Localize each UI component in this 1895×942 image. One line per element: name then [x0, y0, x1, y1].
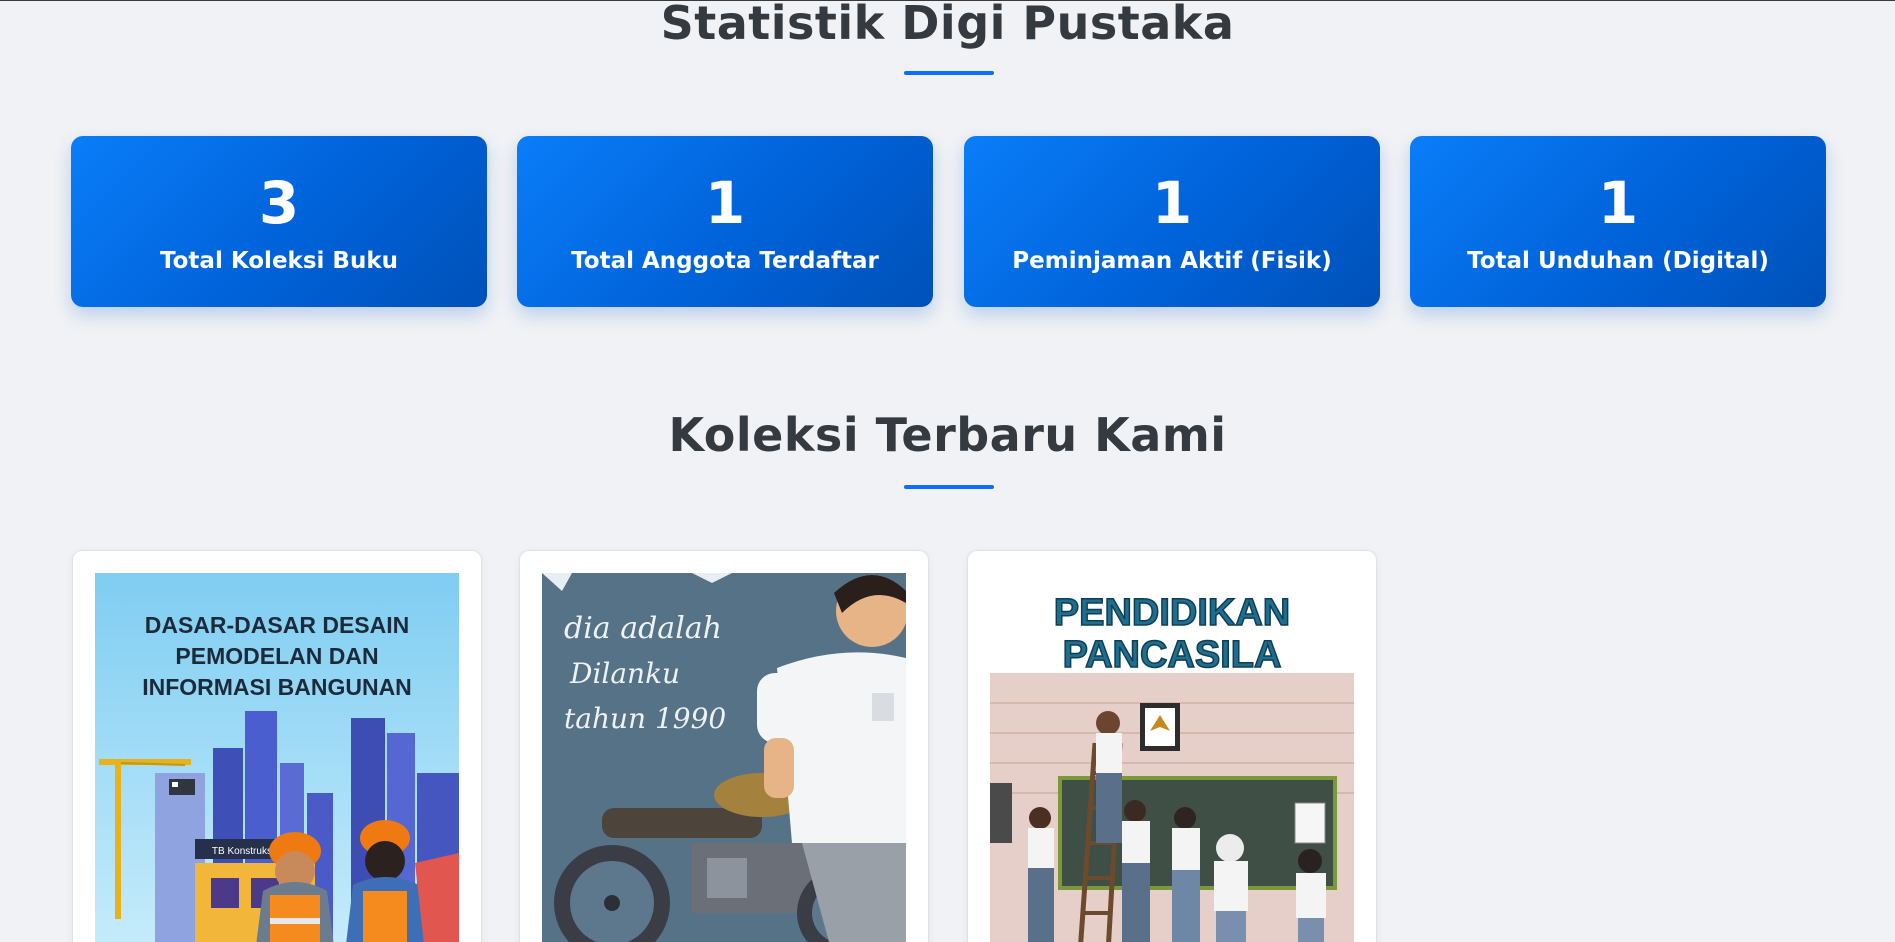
stat-card-total-downloads: 1 Total Unduhan (Digital)	[1410, 136, 1826, 307]
cover-title-line: DASAR-DASAR DESAIN	[145, 612, 410, 638]
cover-script-line: tahun 1990	[564, 702, 726, 735]
book-card[interactable]: PENDIDIKAN PANCASILA	[967, 550, 1377, 942]
book-card[interactable]: dia adalah Dilanku tahun 1990	[519, 550, 929, 942]
stat-value: 1	[1151, 169, 1193, 237]
collection-title-underline	[904, 485, 994, 489]
book-cover[interactable]: dia adalah Dilanku tahun 1990	[542, 573, 906, 942]
stat-value: 1	[1597, 169, 1639, 237]
cover-title-line: INFORMASI BANGUNAN	[142, 674, 412, 700]
cover-title-line: PEMODELAN DAN	[175, 643, 378, 669]
stat-value: 1	[704, 169, 746, 237]
stat-label: Total Unduhan (Digital)	[1467, 248, 1769, 274]
page: Statistik Digi Pustaka 3 Total Koleksi B…	[0, 0, 1895, 942]
stat-label: Total Anggota Terdaftar	[571, 248, 879, 274]
book-card[interactable]: DASAR-DASAR DESAIN PEMODELAN DAN INFORMA…	[72, 550, 482, 942]
cover-script-line: dia adalah	[564, 611, 722, 646]
cover-title-line: PENDIDIKAN	[1054, 592, 1290, 634]
stat-card-active-loans: 1 Peminjaman Aktif (Fisik)	[964, 136, 1380, 307]
statistics-title: Statistik Digi Pustaka	[660, 0, 1235, 50]
cover-title-line: PANCASILA	[1063, 634, 1282, 676]
statistics-title-underline	[904, 71, 994, 75]
cover-script-line: Dilanku	[569, 657, 680, 690]
stat-label: Peminjaman Aktif (Fisik)	[1012, 248, 1332, 274]
stat-value: 3	[258, 169, 300, 237]
book-cover[interactable]: DASAR-DASAR DESAIN PEMODELAN DAN INFORMA…	[95, 573, 459, 942]
stat-card-total-books: 3 Total Koleksi Buku	[71, 136, 487, 307]
stat-card-total-members: 1 Total Anggota Terdaftar	[517, 136, 933, 307]
book-cover[interactable]: PENDIDIKAN PANCASILA	[990, 573, 1354, 942]
stat-label: Total Koleksi Buku	[160, 248, 398, 274]
collection-title: Koleksi Terbaru Kami	[668, 408, 1227, 462]
